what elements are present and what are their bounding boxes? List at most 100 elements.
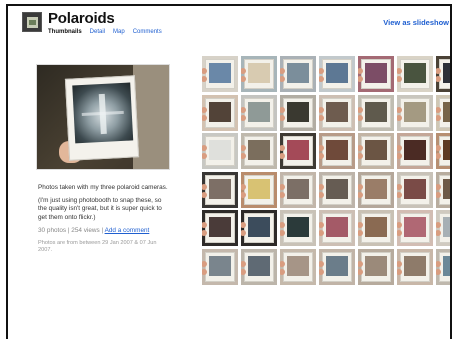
- photo-thumbnail[interactable]: [202, 133, 238, 169]
- view-nav: Thumbnails Detail Map Comments: [48, 29, 162, 35]
- polaroid-frame: [322, 213, 352, 243]
- photo-thumbnail[interactable]: [280, 94, 316, 131]
- photo-thumbnail[interactable]: [397, 94, 433, 131]
- fingertip-shape: [280, 268, 285, 275]
- photo-thumbnail[interactable]: [241, 248, 277, 285]
- polaroid-image: [404, 217, 426, 237]
- fingertip-shape: [202, 260, 207, 267]
- fingertip-shape: [280, 260, 285, 267]
- polaroid-image: [404, 178, 426, 199]
- polaroid-frame: [400, 136, 430, 166]
- slideshow-link[interactable]: View as slideshow (+: [383, 18, 450, 27]
- photo-thumbnail[interactable]: [280, 171, 316, 208]
- photo-thumbnail[interactable]: [397, 210, 433, 246]
- photo-thumbnail[interactable]: [358, 56, 394, 92]
- polaroid-frame: [244, 213, 274, 243]
- polaroid-image: [326, 178, 348, 199]
- polaroid-image: [443, 178, 450, 199]
- photo-thumbnail[interactable]: [319, 248, 355, 285]
- nav-thumbnails[interactable]: Thumbnails: [48, 29, 82, 35]
- photo-thumbnail[interactable]: [358, 210, 394, 246]
- nav-map[interactable]: Map: [113, 29, 125, 35]
- polaroid-frame: [400, 251, 430, 282]
- fingertip-shape: [436, 268, 441, 275]
- photo-thumbnail[interactable]: [436, 94, 450, 131]
- add-comment-link[interactable]: Add a comment: [105, 227, 150, 234]
- polaroid-print: [64, 75, 140, 161]
- polaroid-image: [404, 140, 426, 160]
- photo-thumbnail[interactable]: [241, 171, 277, 208]
- photo-thumbnail[interactable]: [358, 171, 394, 208]
- polaroid-image: [365, 101, 387, 122]
- set-feature-photo[interactable]: [36, 64, 170, 170]
- polaroid-image: [365, 217, 387, 237]
- photo-thumbnail[interactable]: [280, 56, 316, 92]
- polaroid-image: [443, 255, 450, 276]
- photo-thumbnail[interactable]: [436, 133, 450, 169]
- photo-thumbnail[interactable]: [319, 171, 355, 208]
- fingertip-shape: [241, 114, 246, 121]
- stats-text: 30 photos | 254 views |: [38, 226, 104, 234]
- photo-thumbnail[interactable]: [280, 133, 316, 169]
- photo-thumbnail[interactable]: [202, 171, 238, 208]
- set-thumbnail-icon[interactable]: [22, 12, 42, 32]
- bridge-image: [72, 82, 134, 144]
- fingertip-shape: [397, 114, 402, 121]
- photo-thumbnail[interactable]: [319, 94, 355, 131]
- photo-thumbnail[interactable]: [397, 248, 433, 285]
- polaroid-image: [326, 217, 348, 237]
- fingertip-shape: [280, 106, 285, 113]
- fingertip-shape: [202, 183, 207, 190]
- polaroid-frame: [244, 136, 274, 166]
- photo-thumbnail[interactable]: [202, 94, 238, 131]
- polaroid-frame: [361, 251, 391, 282]
- polaroid-image: [326, 63, 348, 83]
- fingertip-shape: [358, 191, 363, 198]
- fingertip-shape: [397, 183, 402, 190]
- photo-thumbnail[interactable]: [436, 210, 450, 246]
- photo-thumbnail[interactable]: [319, 56, 355, 92]
- photo-thumbnail[interactable]: [436, 248, 450, 285]
- fingertip-shape: [280, 114, 285, 121]
- fingertip-shape: [241, 106, 246, 113]
- polaroid-frame: [244, 59, 274, 89]
- description-line: (I'm just using photobooth to snap these…: [38, 197, 162, 221]
- photo-thumbnail[interactable]: [241, 56, 277, 92]
- photo-thumbnail[interactable]: [436, 171, 450, 208]
- photo-thumbnail[interactable]: [241, 94, 277, 131]
- photo-thumbnail[interactable]: [397, 56, 433, 92]
- polaroid-image: [209, 217, 231, 237]
- nav-detail[interactable]: Detail: [90, 29, 105, 35]
- photo-thumbnail[interactable]: [280, 210, 316, 246]
- photo-thumbnail[interactable]: [397, 133, 433, 169]
- photo-thumbnail[interactable]: [202, 56, 238, 92]
- photo-thumbnail[interactable]: [241, 210, 277, 246]
- photo-thumbnail[interactable]: [358, 248, 394, 285]
- photo-thumbnail[interactable]: [319, 133, 355, 169]
- polaroid-image: [404, 255, 426, 276]
- polaroid-image: [287, 140, 309, 160]
- polaroid-image: [209, 63, 231, 83]
- photo-thumbnail[interactable]: [358, 133, 394, 169]
- photo-thumbnail[interactable]: [397, 171, 433, 208]
- polaroid-image: [209, 140, 231, 160]
- fingertip-shape: [319, 183, 324, 190]
- fingertip-shape: [436, 106, 441, 113]
- photo-thumbnail[interactable]: [202, 210, 238, 246]
- polaroid-image: [248, 140, 270, 160]
- photo-thumbnail[interactable]: [436, 56, 450, 92]
- fingertip-shape: [319, 106, 324, 113]
- polaroid-image: [404, 101, 426, 122]
- polaroid-image: [443, 217, 450, 237]
- photo-thumbnail[interactable]: [202, 248, 238, 285]
- photo-thumbnail[interactable]: [358, 94, 394, 131]
- slideshow-label[interactable]: View as slideshow: [383, 18, 449, 27]
- fingertip-shape: [202, 191, 207, 198]
- photo-thumbnail[interactable]: [241, 133, 277, 169]
- fingertip-shape: [202, 268, 207, 275]
- photo-thumbnail[interactable]: [319, 210, 355, 246]
- fingertip-shape: [436, 191, 441, 198]
- photo-thumbnail[interactable]: [280, 248, 316, 285]
- nav-comments[interactable]: Comments: [133, 29, 162, 35]
- polaroid-image: [287, 63, 309, 83]
